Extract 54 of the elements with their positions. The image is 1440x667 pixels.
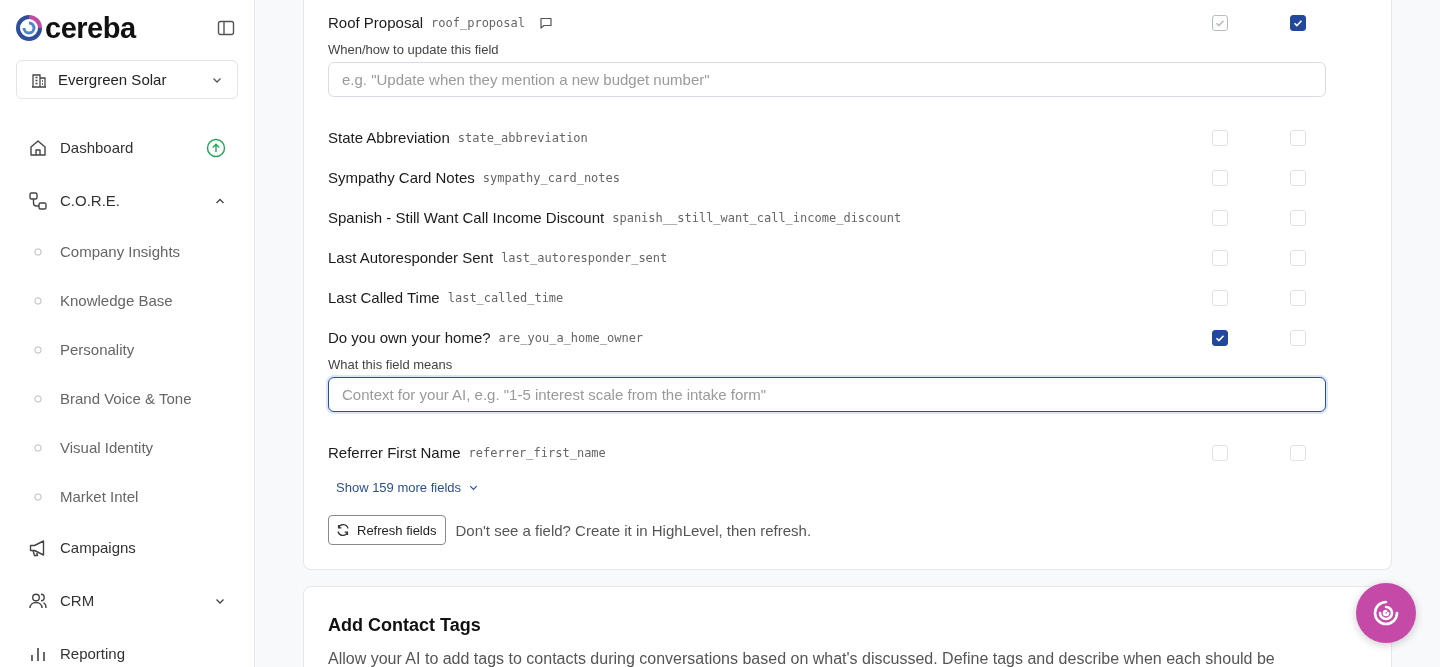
nodes-icon <box>28 190 48 211</box>
field-key: roof_proposal <box>431 15 525 30</box>
nav-item[interactable]: CRM <box>16 574 238 627</box>
field-label: State Abbreviation <box>328 129 450 146</box>
assistant-button[interactable] <box>1356 583 1416 643</box>
swirl-icon <box>1371 598 1401 628</box>
field-key: are_you_a_home_owner <box>498 330 644 345</box>
field-label: Referrer First Name <box>328 444 461 461</box>
hint-text: Don't see a field? Create it in HighLevel, then refresh. <box>455 521 812 539</box>
circle-icon <box>34 345 42 354</box>
circle-icon <box>34 394 42 403</box>
nav-subitem[interactable]: Personality <box>16 325 238 374</box>
workspace-dropdown[interactable]: Evergreen Solar <box>16 60 238 99</box>
show-more-link[interactable]: Show 159 more fields <box>336 480 479 495</box>
sidebar-toggle-icon[interactable] <box>217 19 235 37</box>
field-label: Last Autoresponder Sent <box>328 249 494 266</box>
field-label: Last Called Time <box>328 289 440 306</box>
checkbox[interactable] <box>1290 14 1306 31</box>
field-key: referrer_first_name <box>468 445 606 460</box>
home-icon <box>28 137 48 158</box>
field-label: Sympathy Card Notes <box>328 169 475 186</box>
circle-icon <box>34 247 42 256</box>
brand-name: cereba <box>45 11 136 45</box>
checkbox[interactable] <box>1212 329 1228 346</box>
field-label: Roof Proposal <box>328 14 424 31</box>
nav-subitem[interactable]: Brand Voice & Tone <box>16 374 238 423</box>
field-key: spanish__still_want_call_income_discount <box>612 210 902 225</box>
field-key: state_abbreviation <box>457 130 588 145</box>
nav-subitem[interactable]: Company Insights <box>16 227 238 276</box>
refresh-icon <box>336 523 350 537</box>
circle-icon <box>34 443 42 452</box>
comment-icon[interactable] <box>539 15 553 30</box>
input-field[interactable]: Context for your AI, e.g. "1-5 interest scale from the intake form" <box>328 377 1326 412</box>
nav-item[interactable]: Reporting <box>16 627 238 667</box>
nav-item[interactable]: Campaigns <box>16 521 238 574</box>
nav-subitem[interactable]: Market Intel <box>16 472 238 521</box>
card-title: Add Contact Tags <box>328 615 482 636</box>
nav-item[interactable]: Dashboard <box>16 121 238 174</box>
nav-subitem[interactable]: Knowledge Base <box>16 276 238 325</box>
circle-icon <box>34 296 42 305</box>
nav-subitem[interactable]: Visual Identity <box>16 423 238 472</box>
field-key: sympathy_card_notes <box>482 170 620 185</box>
refresh-button[interactable]: Refresh fields <box>328 515 447 545</box>
circle-icon <box>34 492 42 501</box>
field-label: Spanish - Still Want Call Income Discount <box>328 209 605 226</box>
arrow-up-circle-icon <box>206 137 226 158</box>
logo-icon <box>16 15 42 41</box>
field-label: Do you own your home? <box>328 329 491 346</box>
input-label: When/how to update this field <box>328 42 500 57</box>
field-key: last_autoresponder_sent <box>501 250 668 265</box>
input-label: What this field means <box>328 357 454 372</box>
field-key: last_called_time <box>447 290 564 305</box>
nav-item[interactable]: C.O.R.E. <box>16 174 238 227</box>
card-description: Allow your AI to add tags to contacts during conversations based on what's discussed. Define tags and describe when each should be <box>328 650 1276 667</box>
